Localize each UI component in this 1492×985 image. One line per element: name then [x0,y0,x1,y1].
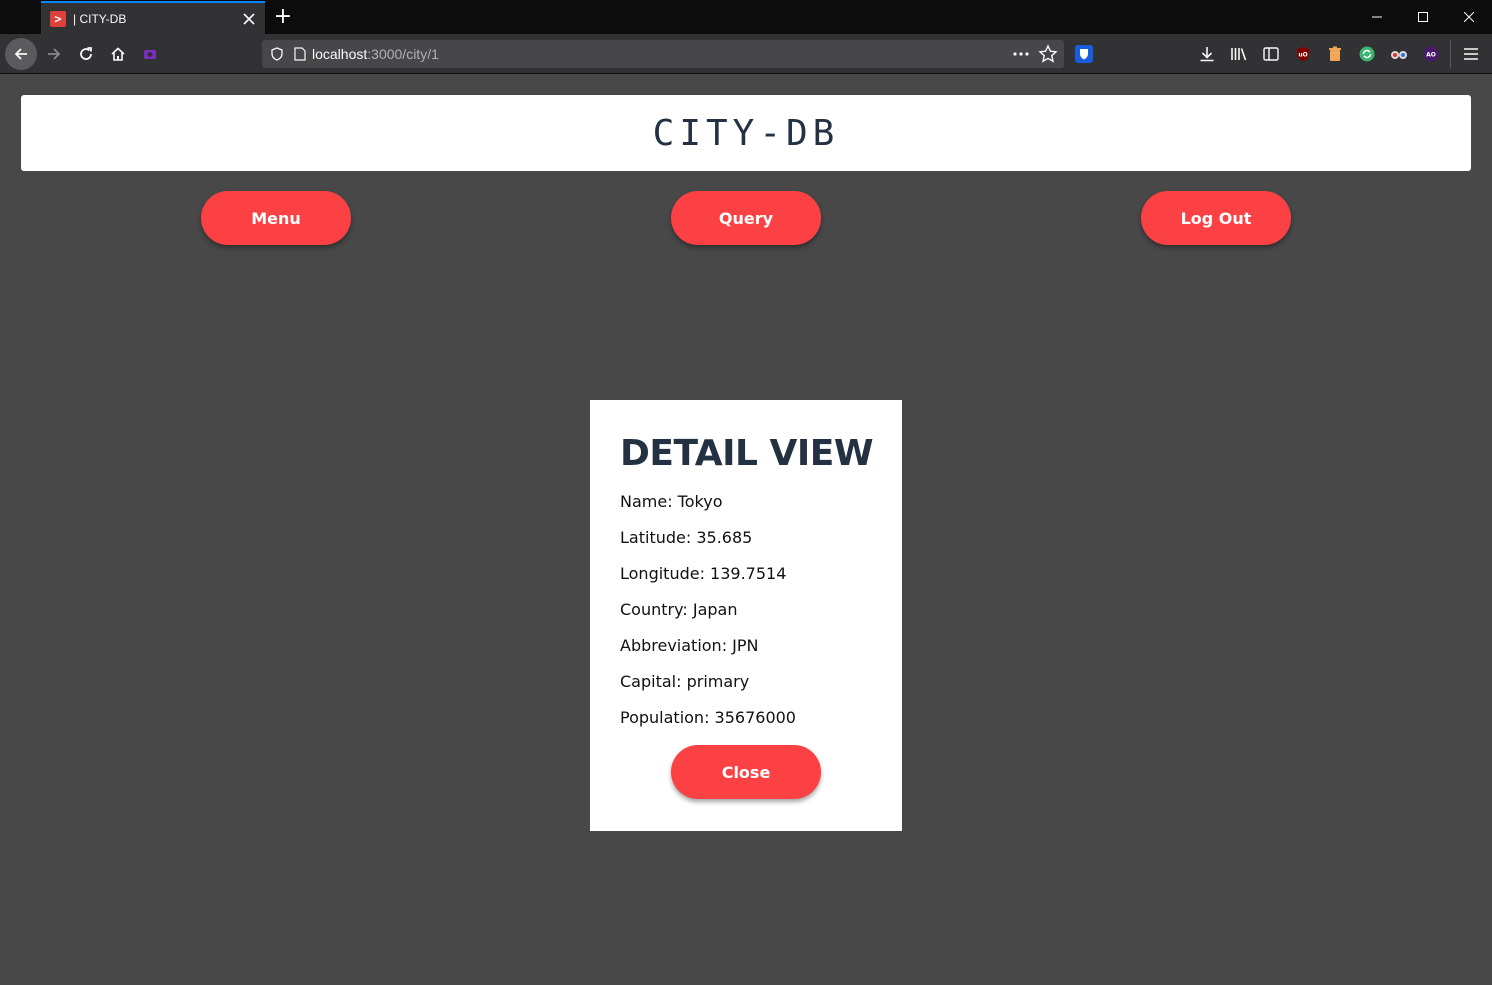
tab-title: | CITY-DB [73,11,127,26]
forward-arrow-icon[interactable] [38,38,70,70]
toolbar-icons: uO AO [1196,43,1442,65]
detail-abbreviation: Abbreviation: JPN [620,636,759,655]
bitwarden-icon[interactable] [1075,45,1093,67]
svg-text:uO: uO [1298,52,1307,59]
hamburger-menu-icon[interactable] [1462,45,1480,67]
url-text: localhost:3000/city/1 [312,46,439,62]
close-button[interactable]: Close [671,745,821,799]
detail-population: Population: 35676000 [620,708,796,727]
browser-navbar: localhost:3000/city/1 uO AO [0,34,1492,74]
minimize-icon[interactable] [1354,0,1400,34]
url-host: localhost [312,46,368,62]
tab-close-icon[interactable] [239,9,259,29]
browser-tabbar: > | CITY-DB + [0,0,1492,34]
sidebar-icon[interactable] [1260,43,1282,65]
reload-icon[interactable] [70,38,102,70]
site-favicon-icon: > [50,10,66,27]
url-path: :3000/city/1 [367,46,439,62]
detail-heading: DETAIL VIEW [620,433,874,474]
url-bar[interactable]: localhost:3000/city/1 [262,40,1064,68]
svg-text:AO: AO [1426,52,1436,59]
detail-latitude: Latitude: 35.685 [620,528,753,547]
downloads-icon[interactable] [1196,43,1218,65]
detail-country: Country: Japan [620,600,738,619]
detail-capital: Capital: primary [620,672,750,691]
window-close-icon[interactable] [1446,0,1492,34]
tracking-shield-icon[interactable] [270,47,284,61]
library-icon[interactable] [1228,43,1250,65]
page-actions-icon[interactable] [1012,44,1030,68]
new-tab-button[interactable]: + [270,4,296,30]
extension-ao-icon[interactable]: AO [1420,43,1442,65]
site-title: CITY-DB [652,112,840,154]
trash-extension-icon[interactable] [1324,43,1346,65]
menu-button[interactable]: Menu [201,191,351,245]
privacy-badger-icon[interactable] [1388,43,1410,65]
ublock-icon[interactable]: uO [1292,43,1314,65]
home-icon[interactable] [102,38,134,70]
bookmark-star-icon[interactable] [1038,44,1058,68]
logout-button[interactable]: Log Out [1141,191,1291,245]
page-content: CITY-DB Menu Query Log Out DETAIL VIEW N… [0,75,1492,985]
detail-name: Name: Tokyo [620,492,723,511]
detail-longitude: Longitude: 139.7514 [620,564,787,583]
site-header: CITY-DB [21,95,1471,171]
browser-tab[interactable]: > | CITY-DB [41,1,265,34]
page-info-icon[interactable] [294,47,306,61]
window-controls [1354,0,1492,34]
detail-list: Name: Tokyo Latitude: 35.685 Longitude: … [620,484,872,736]
toolbar-divider [1450,40,1451,68]
screenshot-extension-icon[interactable] [134,38,166,70]
sync-extension-icon[interactable] [1356,43,1378,65]
back-arrow-icon[interactable] [5,38,37,70]
detail-view-card: DETAIL VIEW Name: Tokyo Latitude: 35.685… [590,400,902,831]
query-button[interactable]: Query [671,191,821,245]
maximize-icon[interactable] [1400,0,1446,34]
